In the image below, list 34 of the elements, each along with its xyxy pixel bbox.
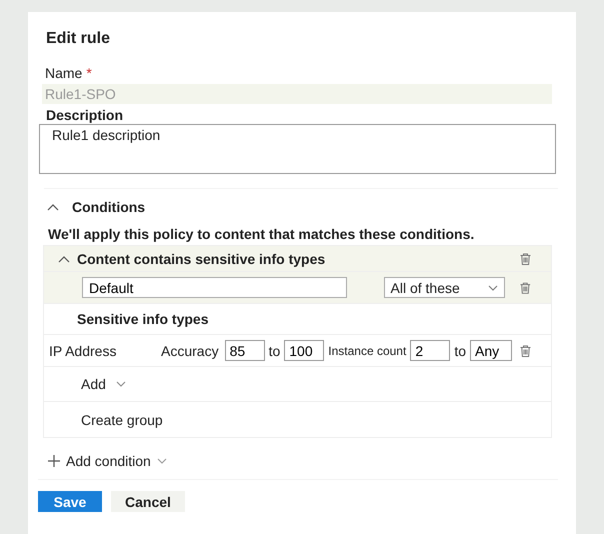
accuracy-max-field[interactable]: 100: [284, 340, 324, 361]
field-label: Description: [46, 107, 124, 123]
create-group-button[interactable]: Create group: [81, 412, 163, 428]
intro-text: We'll apply this policy to content that matches these conditions.: [48, 226, 476, 242]
add-condition-button[interactable]: Add condition: [48, 453, 167, 469]
range-label: to: [454, 342, 466, 358]
description-field[interactable]: Rule1 description: [39, 124, 556, 174]
chevron-icon[interactable]: [58, 254, 70, 262]
info-type-name: IP Address: [49, 342, 118, 358]
delete-icon[interactable]: [520, 252, 531, 264]
save-button[interactable]: Save: [38, 491, 102, 512]
add-dropdown[interactable]: Add: [81, 376, 126, 392]
panel-title: Edit rule: [46, 30, 112, 48]
count-max-field[interactable]: Any: [470, 340, 512, 361]
section-label: Sensitive info types: [77, 311, 208, 327]
cancel-button[interactable]: Cancel: [111, 491, 185, 512]
delete-icon[interactable]: [520, 344, 532, 356]
range-label: to: [268, 342, 280, 358]
field-label: Name: [45, 65, 82, 81]
instance-count-label: Instance count: [328, 344, 406, 358]
match-dropdown[interactable]: All of these: [384, 277, 506, 298]
group-title: Content contains sensitive info types: [77, 250, 326, 266]
chevron-icon[interactable]: [47, 203, 59, 211]
section-heading: Conditions: [72, 199, 146, 215]
delete-icon[interactable]: [520, 282, 531, 294]
group-name-field[interactable]: Default: [82, 277, 346, 298]
count-min-field[interactable]: 2: [410, 340, 450, 361]
accuracy-label: Accuracy: [161, 342, 219, 358]
required-mark: *: [86, 65, 92, 81]
caret-icon: [116, 381, 126, 387]
plus-icon: [48, 455, 60, 467]
accuracy-min-field[interactable]: 85: [224, 340, 265, 361]
caret-icon: [488, 284, 498, 290]
caret-icon: [156, 458, 167, 464]
